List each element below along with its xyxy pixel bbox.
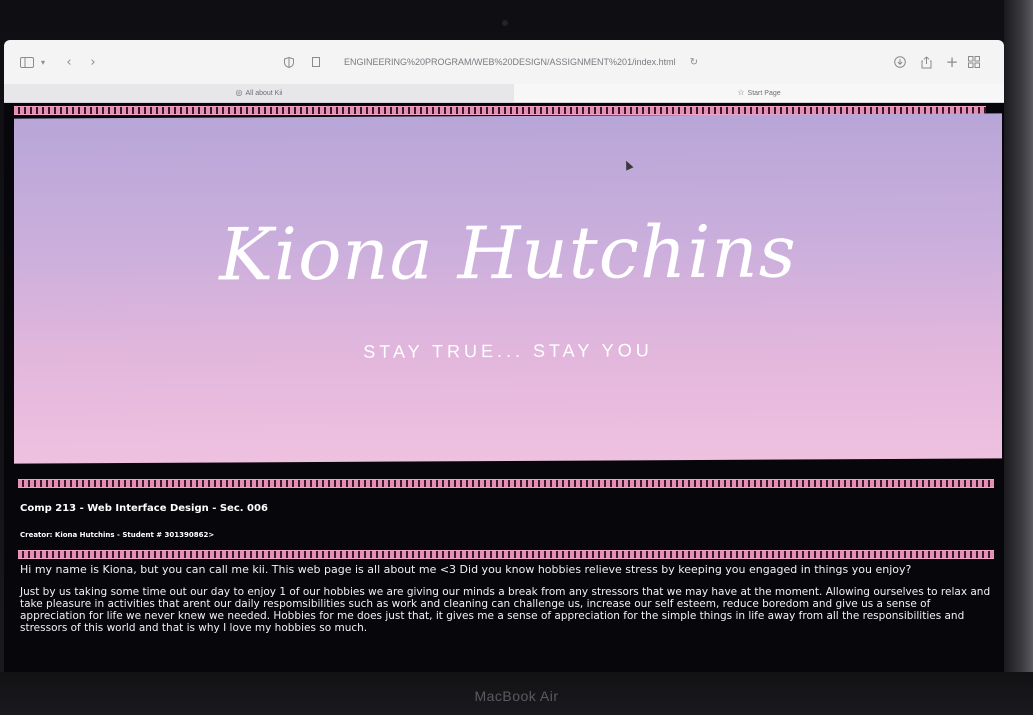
divider-below-headings — [18, 550, 994, 559]
mouse-cursor-icon — [622, 159, 634, 171]
sidebar-icon[interactable] — [18, 54, 36, 70]
intro-paragraph: Hi my name is Kiona, but you can call me… — [20, 563, 912, 576]
hobbies-paragraph: Just by us taking some time out our day … — [20, 586, 991, 634]
course-heading: Comp 213 - Web Interface Design - Sec. 0… — [20, 503, 268, 514]
address-bar[interactable]: ENGINEERING%20PROGRAM/WEB%20DESIGN/ASSIG… — [344, 54, 764, 70]
creator-heading: Creator: Kiona Hutchins - Student # 3013… — [20, 531, 215, 539]
globe-icon: ◎ — [235, 88, 243, 97]
laptop-edge — [1004, 0, 1033, 715]
shield-icon[interactable] — [282, 54, 296, 70]
banner-tagline: STAY TRUE... STAY YOU — [363, 340, 653, 362]
back-icon[interactable]: ‹ — [62, 54, 76, 70]
device-label: MacBook Air — [474, 688, 559, 704]
browser-toolbar: ▾ ‹ › ENGINEERING%20PROGRAM/WEB%20DESIGN… — [4, 40, 1004, 85]
divider-below-banner — [18, 479, 994, 488]
chevron-down-icon[interactable]: ▾ — [38, 54, 48, 70]
screen: ▾ ‹ › ENGINEERING%20PROGRAM/WEB%20DESIGN… — [4, 40, 1004, 672]
tab-start-page[interactable]: ☆ Start Page — [514, 84, 1004, 102]
reload-icon[interactable]: ↻ — [688, 54, 700, 70]
share-icon[interactable] — [918, 54, 934, 70]
banner-title: Kiona Hutchins — [219, 209, 797, 297]
tab-overview-icon[interactable] — [966, 54, 982, 70]
forward-icon[interactable]: › — [86, 54, 100, 70]
download-icon[interactable] — [892, 54, 908, 70]
hero-banner: Kiona Hutchins STAY TRUE... STAY YOU — [14, 113, 1002, 464]
tab-all-about-kii[interactable]: ◎ All about Kii — [4, 84, 514, 102]
star-icon: ☆ — [737, 88, 745, 97]
new-tab-icon[interactable]: + — [944, 53, 960, 71]
tab-bar: ◎ All about Kii ☆ Start Page — [4, 84, 1004, 103]
page-icon — [310, 54, 322, 70]
camera-icon — [502, 20, 508, 26]
web-page: Kiona Hutchins STAY TRUE... STAY YOU Com… — [4, 103, 1004, 672]
content-fade — [4, 663, 1004, 672]
